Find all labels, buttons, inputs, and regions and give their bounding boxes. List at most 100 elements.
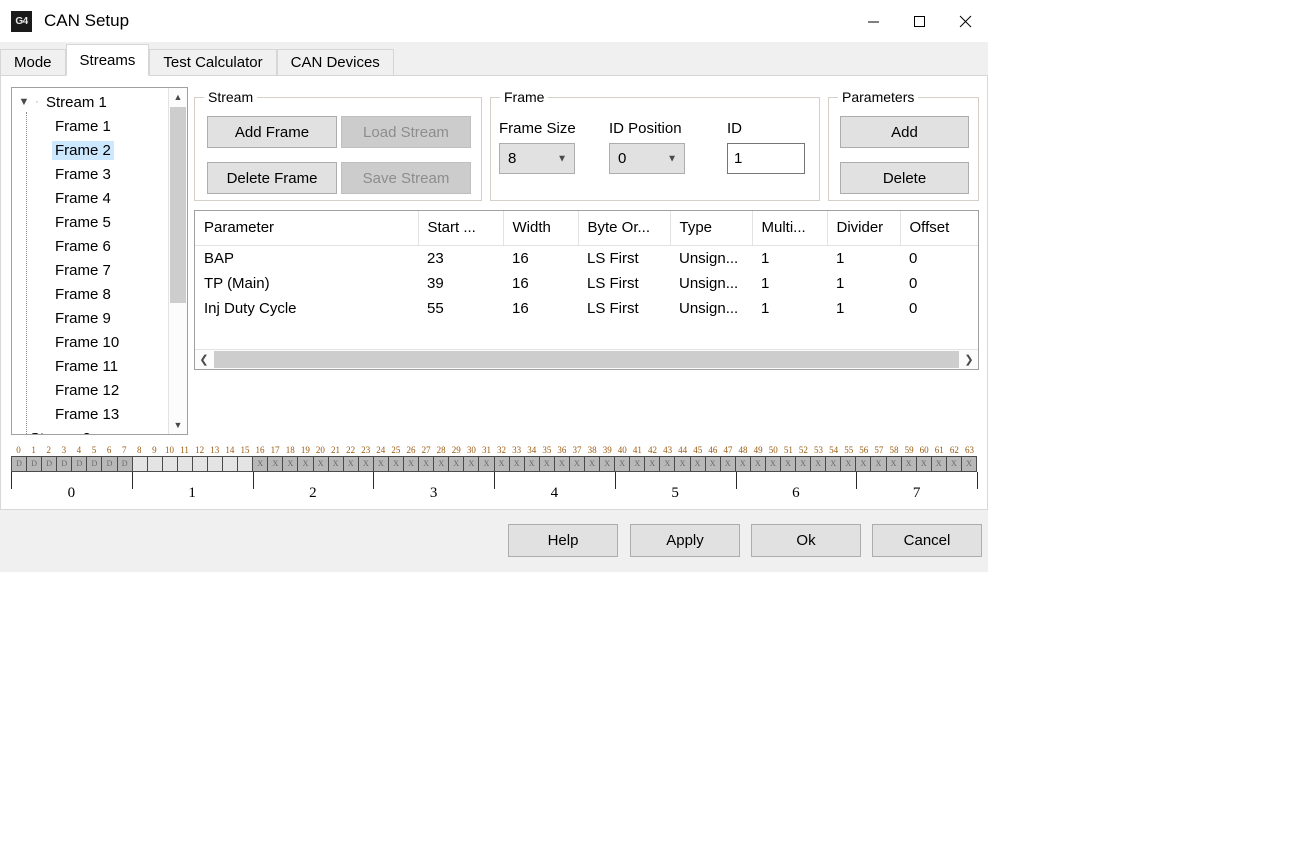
chevron-up-icon[interactable]: ▲ xyxy=(169,88,187,106)
bit-cell-37[interactable]: X xyxy=(569,457,585,471)
bit-cell-34[interactable]: X xyxy=(524,457,540,471)
bit-cell-45[interactable]: X xyxy=(690,457,706,471)
bit-cell-46[interactable]: X xyxy=(705,457,721,471)
bit-cell-38[interactable]: X xyxy=(584,457,601,471)
bit-cell-52[interactable]: X xyxy=(796,457,812,471)
bit-cell-58[interactable]: X xyxy=(886,457,902,471)
tree-item-frame-4[interactable]: Frame 4 xyxy=(12,186,168,210)
tree-item-frame-3[interactable]: Frame 3 xyxy=(12,162,168,186)
table-horizontal-scrollbar[interactable]: ❮ ❯ xyxy=(195,349,978,369)
bit-cell-59[interactable]: X xyxy=(901,457,917,471)
table-row[interactable]: BAP 23 16 LS First Unsign... 1 1 0 xyxy=(195,246,978,272)
tree-item-frame-1[interactable]: Frame 1 xyxy=(12,114,168,138)
tree-item-frame-11[interactable]: Frame 11 xyxy=(12,354,168,378)
ok-button[interactable]: Ok xyxy=(751,524,861,557)
tree-item-stream-2[interactable]: · Stream 2 xyxy=(16,426,168,435)
bit-cell-29[interactable]: X xyxy=(449,457,465,471)
bit-cell-3[interactable]: D xyxy=(57,457,73,471)
frame-size-select[interactable]: 8 ▼ xyxy=(499,143,575,174)
bit-cell-10[interactable] xyxy=(162,457,178,471)
bit-cell-4[interactable]: D xyxy=(72,457,88,471)
bit-cell-12[interactable] xyxy=(192,457,209,471)
bit-cell-55[interactable]: X xyxy=(841,457,857,471)
bit-cell-6[interactable]: D xyxy=(102,457,118,471)
column-header-divider[interactable]: Divider xyxy=(827,211,901,246)
id-input[interactable]: 1 xyxy=(727,143,805,174)
column-header-multiplier[interactable]: Multi... xyxy=(752,211,828,246)
bit-cell-62[interactable]: X xyxy=(946,457,962,471)
bit-cell-21[interactable]: X xyxy=(328,457,344,471)
bit-cell-11[interactable] xyxy=(177,457,193,471)
bit-cell-57[interactable]: X xyxy=(871,457,887,471)
column-header-start[interactable]: Start ... xyxy=(418,211,504,246)
bit-cell-31[interactable]: X xyxy=(479,457,495,471)
tree-item-stream-1[interactable]: ▼ · Stream 1 xyxy=(12,90,168,114)
bit-cell-15[interactable] xyxy=(238,457,254,471)
bit-cell-1[interactable]: D xyxy=(27,457,43,471)
bit-cell-0[interactable]: D xyxy=(12,457,28,471)
table-row[interactable]: Inj Duty Cycle 55 16 LS First Unsign... … xyxy=(195,296,978,321)
bit-cell-5[interactable]: D xyxy=(87,457,103,471)
bit-cell-40[interactable]: X xyxy=(615,457,631,471)
chevron-down-icon[interactable]: ▼ xyxy=(667,153,677,164)
bit-cell-23[interactable]: X xyxy=(358,457,374,471)
bit-cell-63[interactable]: X xyxy=(961,457,976,471)
stream-tree[interactable]: ▼ · Stream 1 Frame 1 Frame 2 Frame 3 Fra… xyxy=(11,87,188,435)
tree-item-frame-5[interactable]: Frame 5 xyxy=(12,210,168,234)
close-icon[interactable] xyxy=(942,0,988,42)
cancel-button[interactable]: Cancel xyxy=(872,524,982,557)
column-header-type[interactable]: Type xyxy=(670,211,753,246)
bit-cell-48[interactable]: X xyxy=(735,457,751,471)
chevron-down-icon[interactable]: ▼ xyxy=(169,416,187,434)
tree-item-frame-6[interactable]: Frame 6 xyxy=(12,234,168,258)
chevron-down-icon[interactable]: ▼ xyxy=(16,96,32,108)
bit-cell-17[interactable]: X xyxy=(268,457,284,471)
tree-item-frame-8[interactable]: Frame 8 xyxy=(12,282,168,306)
bit-cell-49[interactable]: X xyxy=(750,457,766,471)
tree-item-frame-10[interactable]: Frame 10 xyxy=(12,330,168,354)
bit-cell-53[interactable]: X xyxy=(811,457,827,471)
bit-cell-2[interactable]: D xyxy=(42,457,58,471)
chevron-right-icon[interactable]: ❯ xyxy=(960,350,978,368)
bit-cell-43[interactable]: X xyxy=(660,457,676,471)
add-parameter-button[interactable]: Add xyxy=(840,116,969,148)
bit-cell-50[interactable]: X xyxy=(765,457,781,471)
column-header-byte-order[interactable]: Byte Or... xyxy=(578,211,671,246)
bit-cell-row[interactable]: DDDDDDDDXXXXXXXXXXXXXXXXXXXXXXXXXXXXXXXX… xyxy=(11,456,977,472)
chevron-down-icon[interactable]: ▼ xyxy=(557,153,567,164)
bit-cell-60[interactable]: X xyxy=(916,457,932,471)
tab-test-calculator[interactable]: Test Calculator xyxy=(149,49,277,75)
tree-item-frame-9[interactable]: Frame 9 xyxy=(12,306,168,330)
chevron-left-icon[interactable]: ❮ xyxy=(195,350,213,368)
bit-cell-33[interactable]: X xyxy=(509,457,525,471)
delete-frame-button[interactable]: Delete Frame xyxy=(207,162,337,194)
bit-cell-13[interactable] xyxy=(208,457,224,471)
bit-cell-24[interactable]: X xyxy=(373,457,389,471)
bit-cell-54[interactable]: X xyxy=(826,457,842,471)
bit-cell-56[interactable]: X xyxy=(856,457,872,471)
column-header-parameter[interactable]: Parameter xyxy=(195,211,419,246)
bit-cell-14[interactable] xyxy=(223,457,239,471)
scrollbar-thumb[interactable] xyxy=(214,351,959,368)
bit-cell-18[interactable]: X xyxy=(283,457,299,471)
tree-vertical-scrollbar[interactable]: ▲ ▼ xyxy=(168,88,187,434)
tab-mode[interactable]: Mode xyxy=(0,49,66,75)
maximize-icon[interactable] xyxy=(896,0,942,42)
scrollbar-thumb[interactable] xyxy=(170,107,186,303)
add-frame-button[interactable]: Add Frame xyxy=(207,116,337,148)
bit-cell-16[interactable]: X xyxy=(253,457,269,471)
id-position-select[interactable]: 0 ▼ xyxy=(609,143,685,174)
apply-button[interactable]: Apply xyxy=(630,524,740,557)
bit-cell-44[interactable]: X xyxy=(675,457,691,471)
bit-cell-19[interactable]: X xyxy=(298,457,314,471)
bit-cell-8[interactable] xyxy=(132,457,148,471)
bit-cell-27[interactable]: X xyxy=(419,457,435,471)
delete-parameter-button[interactable]: Delete xyxy=(840,162,969,194)
bit-cell-32[interactable]: X xyxy=(494,457,510,471)
bit-cell-39[interactable]: X xyxy=(600,457,616,471)
bit-cell-9[interactable] xyxy=(147,457,163,471)
bit-cell-42[interactable]: X xyxy=(645,457,661,471)
column-header-offset[interactable]: Offset xyxy=(900,211,978,246)
bit-cell-22[interactable]: X xyxy=(343,457,359,471)
tree-item-frame-7[interactable]: Frame 7 xyxy=(12,258,168,282)
